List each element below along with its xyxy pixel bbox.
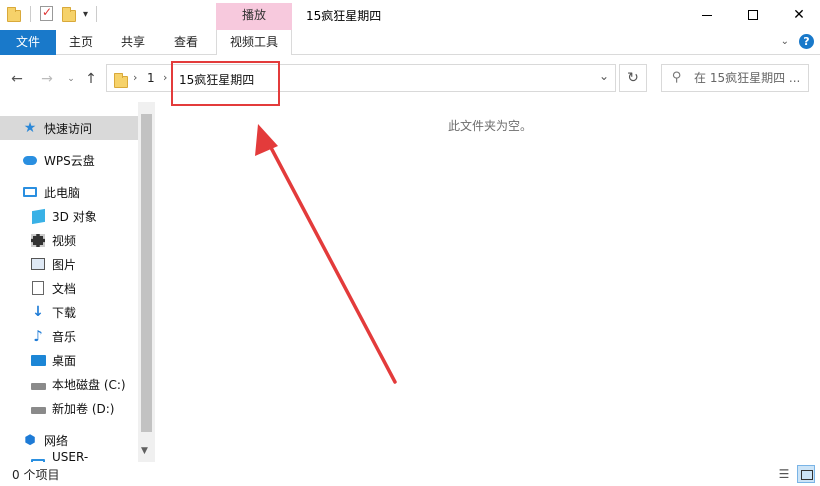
sidebar-item-label: 此电脑 — [44, 185, 81, 200]
scrollbar-thumb[interactable] — [141, 114, 152, 432]
sidebar-item-documents[interactable]: 文档 — [0, 276, 138, 300]
recent-locations-chevron-icon[interactable]: ⌄ — [62, 70, 80, 88]
sidebar-item-pictures[interactable]: 图片 — [0, 252, 138, 276]
sidebar-item-wps-cloud[interactable]: WPS云盘 — [0, 148, 138, 172]
folder-icon — [113, 72, 129, 88]
maximize-button[interactable] — [730, 0, 776, 30]
desktop-icon — [30, 352, 46, 368]
sidebar-item-label: 视频 — [52, 233, 77, 248]
sidebar-item-videos[interactable]: 视频 — [0, 228, 138, 252]
this-pc-icon — [22, 184, 38, 200]
new-volume-icon — [30, 400, 46, 416]
breadcrumb-current[interactable]: 15疯狂星期四 — [179, 71, 254, 88]
address-dropdown-icon[interactable]: ⌄ — [599, 69, 609, 83]
window-title: 15疯狂星期四 — [306, 9, 382, 23]
address-bar[interactable]: › 1 › 15疯狂星期四 ⌄ — [106, 64, 616, 92]
sidebar-scrollbar[interactable]: ▼ — [138, 102, 155, 462]
refresh-button[interactable]: ↻ — [619, 64, 647, 92]
network-icon: ⬢ — [24, 432, 36, 448]
new-folder-icon[interactable] — [61, 6, 77, 22]
sidebar-item-label: WPS云盘 — [44, 153, 95, 168]
item-count: 0 个项目 — [12, 468, 60, 482]
search-icon: ⚲ — [672, 70, 682, 85]
properties-icon[interactable] — [39, 5, 55, 22]
sidebar-item-label: 音乐 — [52, 329, 77, 344]
qat-divider — [96, 6, 98, 22]
pictures-icon — [30, 256, 46, 272]
title-bar: ▾ 播放 15疯狂星期四 ✕ — [0, 0, 820, 30]
minimize-icon — [702, 14, 712, 16]
details-view-icon[interactable]: ☰ — [776, 466, 792, 482]
sidebar-item-label: 图片 — [52, 257, 77, 272]
local-disk-icon — [30, 376, 46, 392]
sidebar-item-music[interactable]: ♪ 音乐 — [0, 324, 138, 348]
empty-folder-message: 此文件夹为空。 — [448, 119, 533, 133]
sidebar-item-computer[interactable]: USER-2022032 — [0, 450, 138, 462]
sidebar-item-label: 下载 — [52, 305, 77, 320]
help-icon[interactable]: ? — [799, 34, 814, 49]
large-icons-view-icon[interactable] — [797, 465, 815, 483]
quick-access-star-icon: ★ — [23, 120, 37, 136]
sidebar-item-network[interactable]: ⬢ 网络 — [0, 428, 138, 452]
file-list-pane[interactable]: 此文件夹为空。 — [160, 102, 820, 462]
sidebar-item-quick-access[interactable]: ★ 快速访问 — [0, 116, 138, 140]
folder-icon[interactable] — [6, 6, 22, 22]
sidebar-item-label: 网络 — [44, 433, 69, 448]
breadcrumb-item[interactable]: 1 — [147, 71, 155, 85]
tab-share[interactable]: 共享 — [109, 30, 157, 55]
sidebar-item-desktop[interactable]: 桌面 — [0, 348, 138, 372]
sidebar-item-label: 新加卷 (D:) — [52, 401, 115, 416]
breadcrumb-separator-icon[interactable]: › — [133, 71, 137, 84]
sidebar-item-local-disk-c[interactable]: 本地磁盘 (C:) — [0, 372, 138, 396]
3d-objects-icon — [30, 208, 46, 224]
close-button[interactable]: ✕ — [776, 0, 820, 30]
breadcrumb-separator-icon[interactable]: › — [163, 71, 167, 84]
tab-home[interactable]: 主页 — [57, 30, 105, 55]
sidebar-item-label: 快速访问 — [44, 121, 93, 136]
quick-access-toolbar: ▾ — [6, 5, 99, 22]
sidebar-item-label: 3D 对象 — [52, 209, 97, 224]
search-input[interactable] — [694, 67, 806, 89]
qat-divider — [30, 6, 31, 22]
wps-cloud-icon — [22, 152, 38, 168]
sidebar-item-3d-objects[interactable]: 3D 对象 — [0, 204, 138, 228]
context-tab-header-play: 播放 — [216, 3, 292, 30]
tab-view[interactable]: 查看 — [162, 30, 210, 55]
up-arrow-icon[interactable]: ↑ — [82, 70, 100, 88]
documents-icon — [30, 280, 46, 296]
tab-video-tools[interactable]: 视频工具 — [216, 30, 292, 55]
qat-dropdown-icon[interactable]: ▾ — [83, 9, 88, 20]
videos-icon — [30, 232, 46, 248]
scroll-down-icon[interactable]: ▼ — [141, 446, 148, 456]
navigation-pane: ★ 快速访问 WPS云盘 此电脑 3D 对象 视频 图片 文档 ↓ 下载 ♪ 音… — [0, 102, 156, 462]
downloads-icon: ↓ — [32, 304, 44, 320]
refresh-icon: ↻ — [627, 70, 639, 86]
sidebar-item-label: 桌面 — [52, 353, 77, 368]
expand-ribbon-icon[interactable]: ⌄ — [781, 36, 789, 47]
maximize-icon — [748, 10, 758, 20]
ribbon-controls: ⌄ ? — [781, 34, 814, 49]
sidebar-item-label: 文档 — [52, 281, 77, 296]
navigation-bar: ← → ⌄ ↑ › 1 › 15疯狂星期四 ⌄ ↻ ⚲ — [0, 56, 820, 102]
ribbon-tabs: 文件 主页 共享 查看 视频工具 ⌄ ? — [0, 30, 820, 55]
sidebar-item-downloads[interactable]: ↓ 下载 — [0, 300, 138, 324]
sidebar-item-this-pc[interactable]: 此电脑 — [0, 180, 138, 204]
minimize-button[interactable] — [684, 0, 730, 30]
music-icon: ♪ — [33, 327, 43, 345]
sidebar-item-label: USER-2022032 — [52, 450, 89, 462]
sidebar-item-label: 本地磁盘 (C:) — [52, 377, 126, 392]
forward-arrow-icon[interactable]: → — [38, 70, 56, 88]
close-icon: ✕ — [793, 7, 805, 23]
back-arrow-icon[interactable]: ← — [8, 70, 26, 88]
tab-file[interactable]: 文件 — [0, 30, 56, 55]
status-bar: 0 个项目 ☰ — [0, 462, 820, 486]
sidebar-item-new-volume-d[interactable]: 新加卷 (D:) — [0, 396, 138, 420]
search-box[interactable]: ⚲ — [661, 64, 809, 92]
